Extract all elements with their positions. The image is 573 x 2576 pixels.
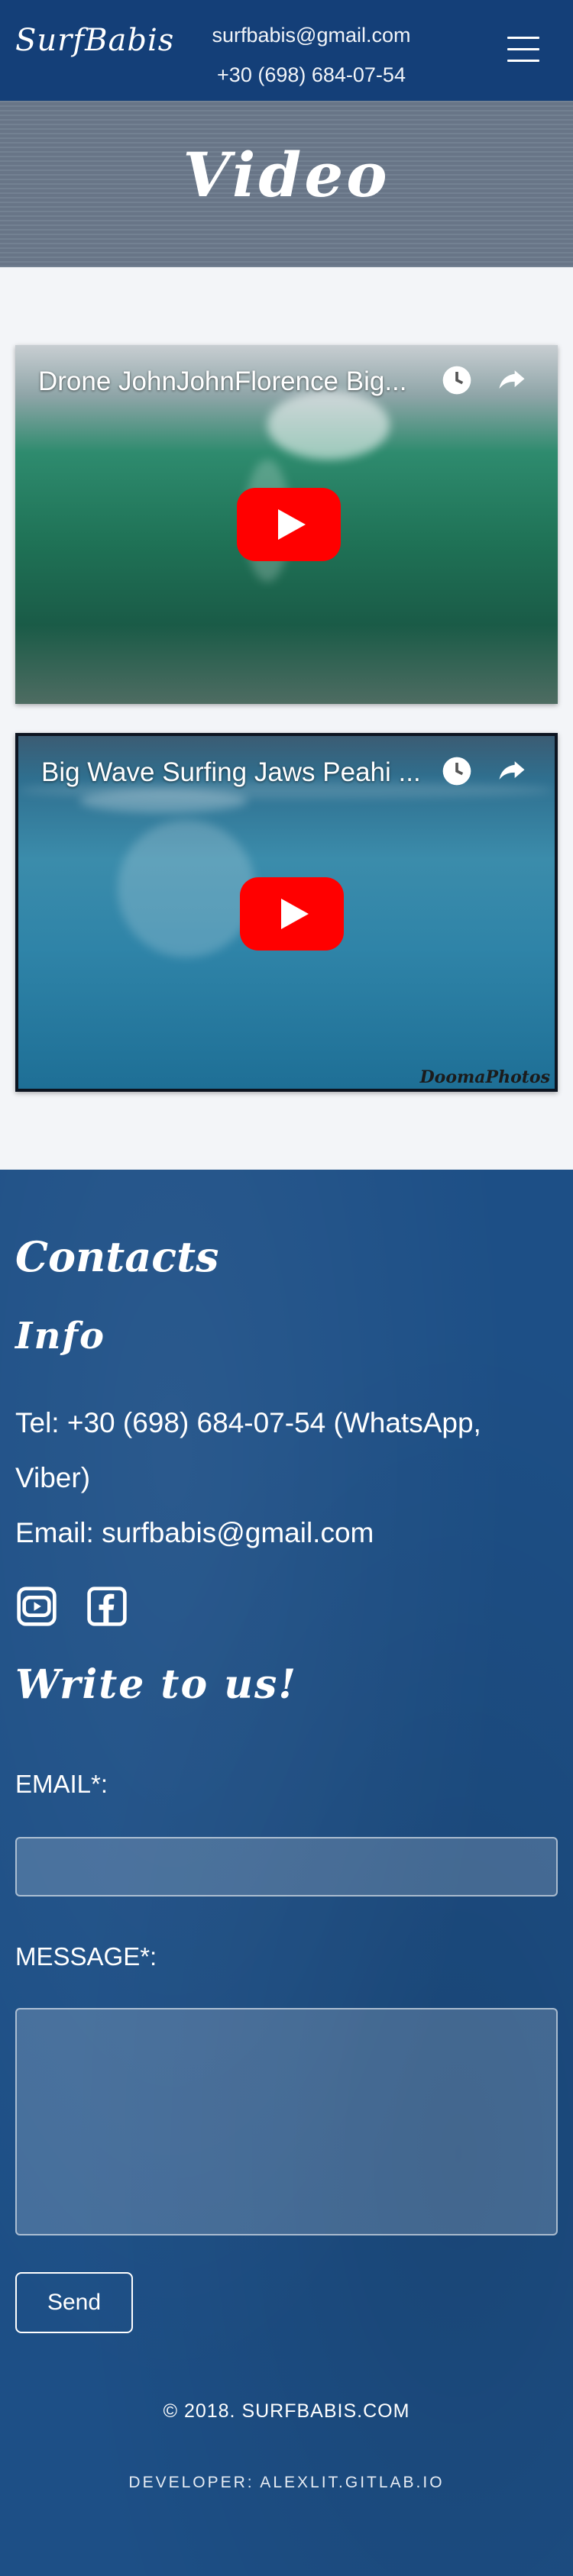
tel-line[interactable]: Tel: +30 (698) 684-07-54 (WhatsApp, Vibe… <box>15 1396 550 1506</box>
clock-icon[interactable] <box>440 363 474 397</box>
page-title: Video <box>183 139 390 211</box>
header-email[interactable]: surfbabis@gmail.com <box>176 15 447 55</box>
video-watermark: DoomaPhotos <box>419 1067 550 1087</box>
hamburger-menu-icon[interactable] <box>507 37 539 63</box>
video-title[interactable]: Big Wave Surfing Jaws Peahi ... <box>41 757 421 788</box>
youtube-play-icon[interactable] <box>240 877 344 951</box>
video-embed[interactable]: Drone JohnJohnFlorence Big... <box>15 345 558 704</box>
clock-icon[interactable] <box>440 754 474 788</box>
page-banner: Video <box>0 101 573 267</box>
share-icon[interactable] <box>495 363 529 397</box>
site-header: SurfBabis surfbabis@gmail.com +30 (698) … <box>0 0 573 101</box>
email-field[interactable] <box>15 1837 558 1896</box>
developer-credit[interactable]: DEVELOPER: ALEXLIT.GITLAB.IO <box>0 2474 573 2492</box>
info-heading: Info <box>15 1315 106 1357</box>
header-phone[interactable]: +30 (698) 684-07-54 <box>176 55 447 95</box>
contacts-heading: Contacts <box>15 1232 219 1281</box>
youtube-play-icon[interactable] <box>237 488 341 561</box>
video-embed[interactable]: Big Wave Surfing Jaws Peahi ... DoomaPho… <box>15 733 558 1092</box>
email-line[interactable]: Email: surfbabis@gmail.com <box>15 1506 550 1561</box>
message-field[interactable] <box>15 2008 558 2235</box>
message-label: MESSAGE*: <box>15 1942 157 1971</box>
send-button[interactable]: Send <box>15 2272 133 2333</box>
write-to-us-heading: Write to us! <box>15 1661 298 1708</box>
header-contacts: surfbabis@gmail.com +30 (698) 684-07-54 <box>176 15 447 95</box>
youtube-icon[interactable] <box>15 1585 58 1628</box>
copyright: © 2018. SURFBABIS.COM <box>163 2400 410 2422</box>
email-label: EMAIL*: <box>15 1770 108 1798</box>
share-icon[interactable] <box>495 754 529 788</box>
site-footer: Contacts Info Tel: +30 (698) 684-07-54 (… <box>0 1170 573 2576</box>
video-title[interactable]: Drone JohnJohnFlorence Big... <box>38 366 407 397</box>
contact-info: Tel: +30 (698) 684-07-54 (WhatsApp, Vibe… <box>15 1396 550 1561</box>
facebook-icon[interactable] <box>86 1585 128 1628</box>
site-logo[interactable]: SurfBabis <box>15 23 174 58</box>
